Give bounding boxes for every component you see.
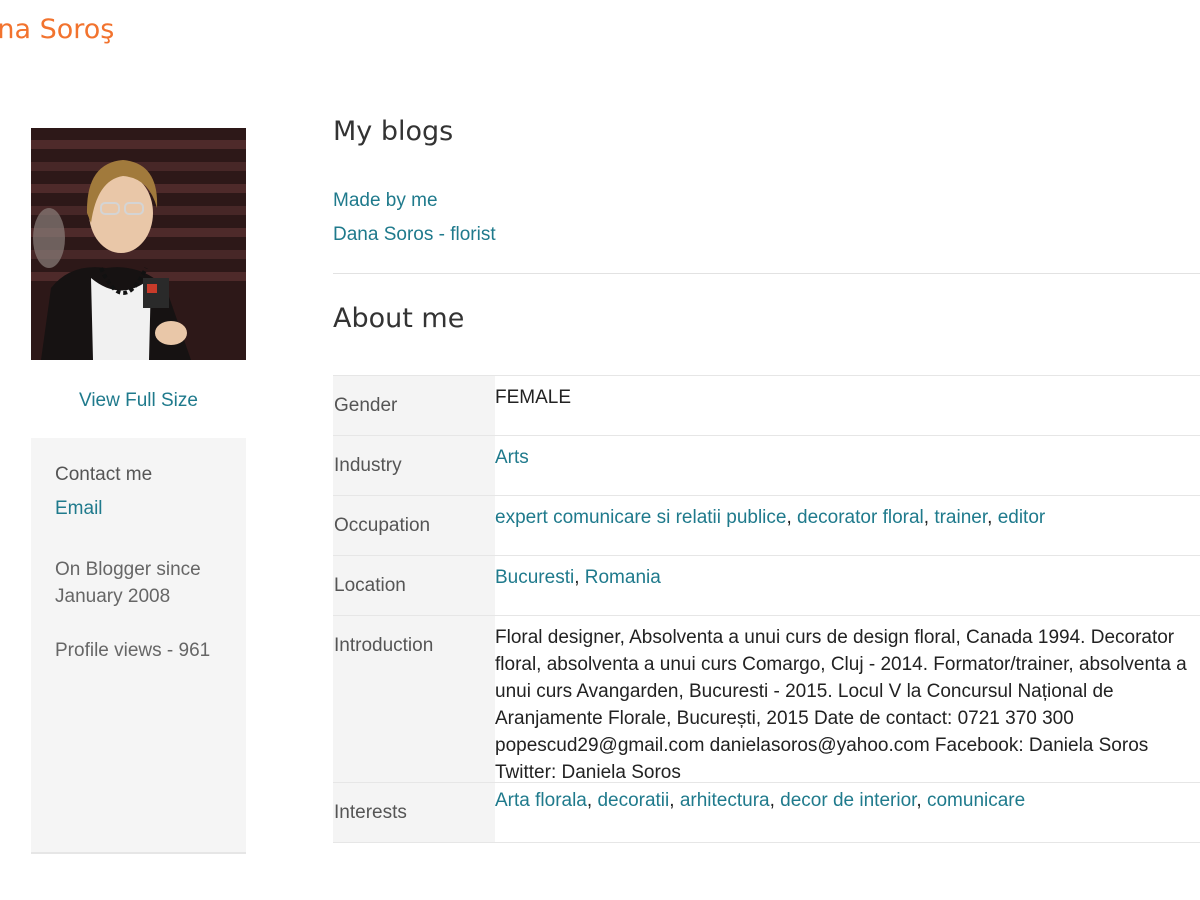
blogger-since: On Blogger since January 2008 bbox=[55, 559, 201, 607]
about-row-interests: Interests Arta florala, decoratii, arhit… bbox=[333, 783, 1200, 843]
email-link[interactable]: Email bbox=[55, 498, 103, 520]
location-link[interactable]: Bucuresti bbox=[495, 567, 574, 588]
blog-link-made-by-me[interactable]: Made by me bbox=[333, 190, 438, 212]
about-label: Gender bbox=[333, 376, 495, 435]
occupation-link[interactable]: decorator floral bbox=[797, 507, 924, 528]
occupation-link[interactable]: expert comunicare si relatii publice bbox=[495, 507, 786, 528]
about-row-industry: Industry Arts bbox=[333, 436, 1200, 496]
about-value-gender: FEMALE bbox=[495, 387, 572, 408]
about-value-introduction: Floral designer, Absolventa a unui curs … bbox=[495, 627, 1187, 782]
about-label: Interests bbox=[333, 783, 495, 842]
about-value-industry: Arts bbox=[495, 436, 1200, 495]
about-row-gender: Gender FEMALE bbox=[333, 376, 1200, 436]
blog-link-dana-soros-florist[interactable]: Dana Soros - florist bbox=[333, 224, 496, 246]
interest-link[interactable]: arhitectura bbox=[680, 790, 770, 811]
occupation-link[interactable]: trainer bbox=[934, 507, 987, 528]
profile-photo-image bbox=[31, 128, 246, 360]
about-value-occupation: expert comunicare si relatii publice, de… bbox=[495, 507, 1046, 528]
interest-link[interactable]: Arta florala bbox=[495, 790, 587, 811]
contact-panel: Contact me Email On Blogger since Januar… bbox=[31, 438, 246, 854]
profile-page: Dana Soroş View Ful bbox=[0, 0, 1200, 900]
about-label: Introduction bbox=[333, 616, 495, 782]
profile-views: Profile views - 961 bbox=[55, 640, 211, 661]
my-blogs-title: My blogs bbox=[333, 116, 454, 147]
about-row-occupation: Occupation expert comunicare si relatii … bbox=[333, 496, 1200, 556]
about-label: Location bbox=[333, 556, 495, 615]
site-title[interactable]: Dana Soroş bbox=[0, 14, 114, 45]
view-full-size-link[interactable]: View Full Size bbox=[31, 390, 246, 412]
profile-photo[interactable] bbox=[31, 128, 246, 360]
about-value-interests: Arta florala, decoratii, arhitectura, de… bbox=[495, 790, 1026, 811]
about-me-title: About me bbox=[333, 303, 465, 334]
occupation-link[interactable]: editor bbox=[998, 507, 1046, 528]
about-table: Gender FEMALE Industry Arts Occupation e… bbox=[333, 375, 1200, 843]
about-value-location: Bucuresti, Romania bbox=[495, 567, 661, 588]
about-row-introduction: Introduction Floral designer, Absolventa… bbox=[333, 616, 1200, 783]
about-row-location: Location Bucuresti, Romania bbox=[333, 556, 1200, 616]
interest-link[interactable]: decor de interior bbox=[780, 790, 916, 811]
about-label: Occupation bbox=[333, 496, 495, 555]
industry-link[interactable]: Arts bbox=[495, 447, 529, 468]
section-divider bbox=[333, 273, 1200, 274]
location-link[interactable]: Romania bbox=[585, 567, 661, 588]
interest-link[interactable]: decoratii bbox=[597, 790, 669, 811]
contact-title: Contact me bbox=[55, 464, 153, 485]
interest-link[interactable]: comunicare bbox=[927, 790, 1025, 811]
about-label: Industry bbox=[333, 436, 495, 495]
